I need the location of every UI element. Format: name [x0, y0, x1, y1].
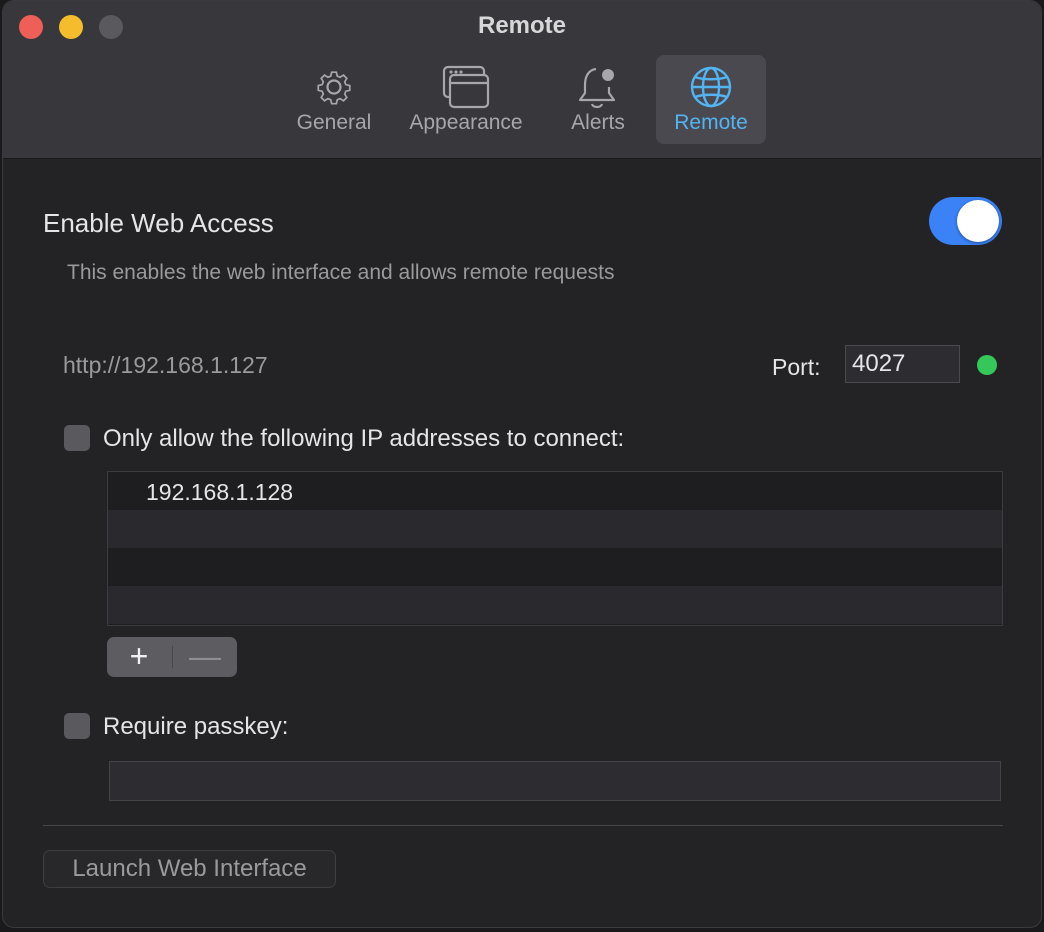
ip-filter-checkbox[interactable]: [64, 425, 90, 451]
globe-icon: [690, 66, 732, 108]
tab-remote[interactable]: Remote: [656, 55, 766, 144]
titlebar: Remote General Appearance Alerts Remote: [3, 1, 1041, 159]
server-status-indicator: [977, 355, 997, 375]
server-url: http://192.168.1.127: [63, 352, 268, 378]
list-item-empty: [108, 586, 1002, 624]
add-ip-button[interactable]: +: [107, 637, 171, 677]
port-field[interactable]: [845, 345, 960, 383]
ip-filter-label: Only allow the following IP addresses to…: [103, 425, 625, 452]
passkey-field[interactable]: [109, 761, 1001, 801]
list-item[interactable]: 192.168.1.128: [108, 472, 1002, 510]
port-label: Port:: [772, 354, 821, 380]
bell-icon: [578, 67, 616, 109]
window-icon: [442, 65, 490, 109]
tab-appearance-label: Appearance: [409, 111, 523, 134]
toggle-knob: [957, 200, 999, 242]
preferences-window: Remote General Appearance Alerts Remote …: [2, 0, 1042, 928]
section-divider: [43, 825, 1003, 826]
passkey-label: Require passkey:: [103, 713, 289, 740]
web-access-description: This enables the web interface and allow…: [67, 261, 615, 284]
ip-list-controls: + —: [107, 637, 237, 677]
tab-alerts-label: Alerts: [571, 111, 625, 134]
enable-web-access-toggle[interactable]: [929, 197, 1002, 245]
tab-general-label: General: [296, 111, 372, 134]
tab-appearance[interactable]: Appearance: [399, 55, 533, 144]
list-item-empty: [108, 548, 1002, 586]
list-item-empty: [108, 510, 1002, 548]
window-title: Remote: [477, 12, 567, 39]
passkey-checkbox[interactable]: [64, 713, 90, 739]
tab-alerts[interactable]: Alerts: [556, 55, 640, 144]
enable-web-access-title: Enable Web Access: [43, 208, 274, 238]
ip-address-list[interactable]: 192.168.1.128: [107, 471, 1003, 626]
tab-general[interactable]: General: [284, 55, 384, 144]
tab-remote-label: Remote: [674, 111, 748, 134]
remove-ip-button[interactable]: —: [173, 637, 237, 677]
gear-icon: [317, 71, 351, 105]
launch-web-interface-button[interactable]: Launch Web Interface: [43, 850, 336, 888]
